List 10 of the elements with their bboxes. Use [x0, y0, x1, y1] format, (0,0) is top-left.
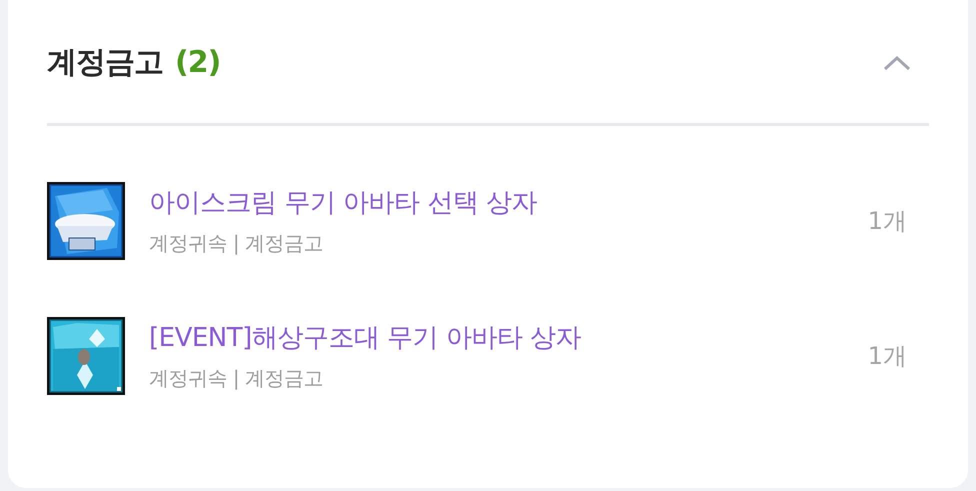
section-title: 계정금고: [47, 44, 163, 82]
item-quantity: 1개: [868, 206, 907, 237]
item-name[interactable]: 아이스크림 무기 아바타 선택 상자: [149, 185, 868, 220]
item-quantity: 1개: [868, 341, 907, 372]
chest-icon: [47, 317, 125, 395]
item-name[interactable]: [EVENT]해상구조대 무기 아바타 상자: [149, 320, 868, 355]
box-icon: [47, 182, 125, 260]
item-meta: 계정귀속 | 계정금고: [149, 365, 324, 392]
item-meta: 계정귀속 | 계정금고: [149, 230, 324, 257]
item-count: (2): [175, 45, 220, 80]
